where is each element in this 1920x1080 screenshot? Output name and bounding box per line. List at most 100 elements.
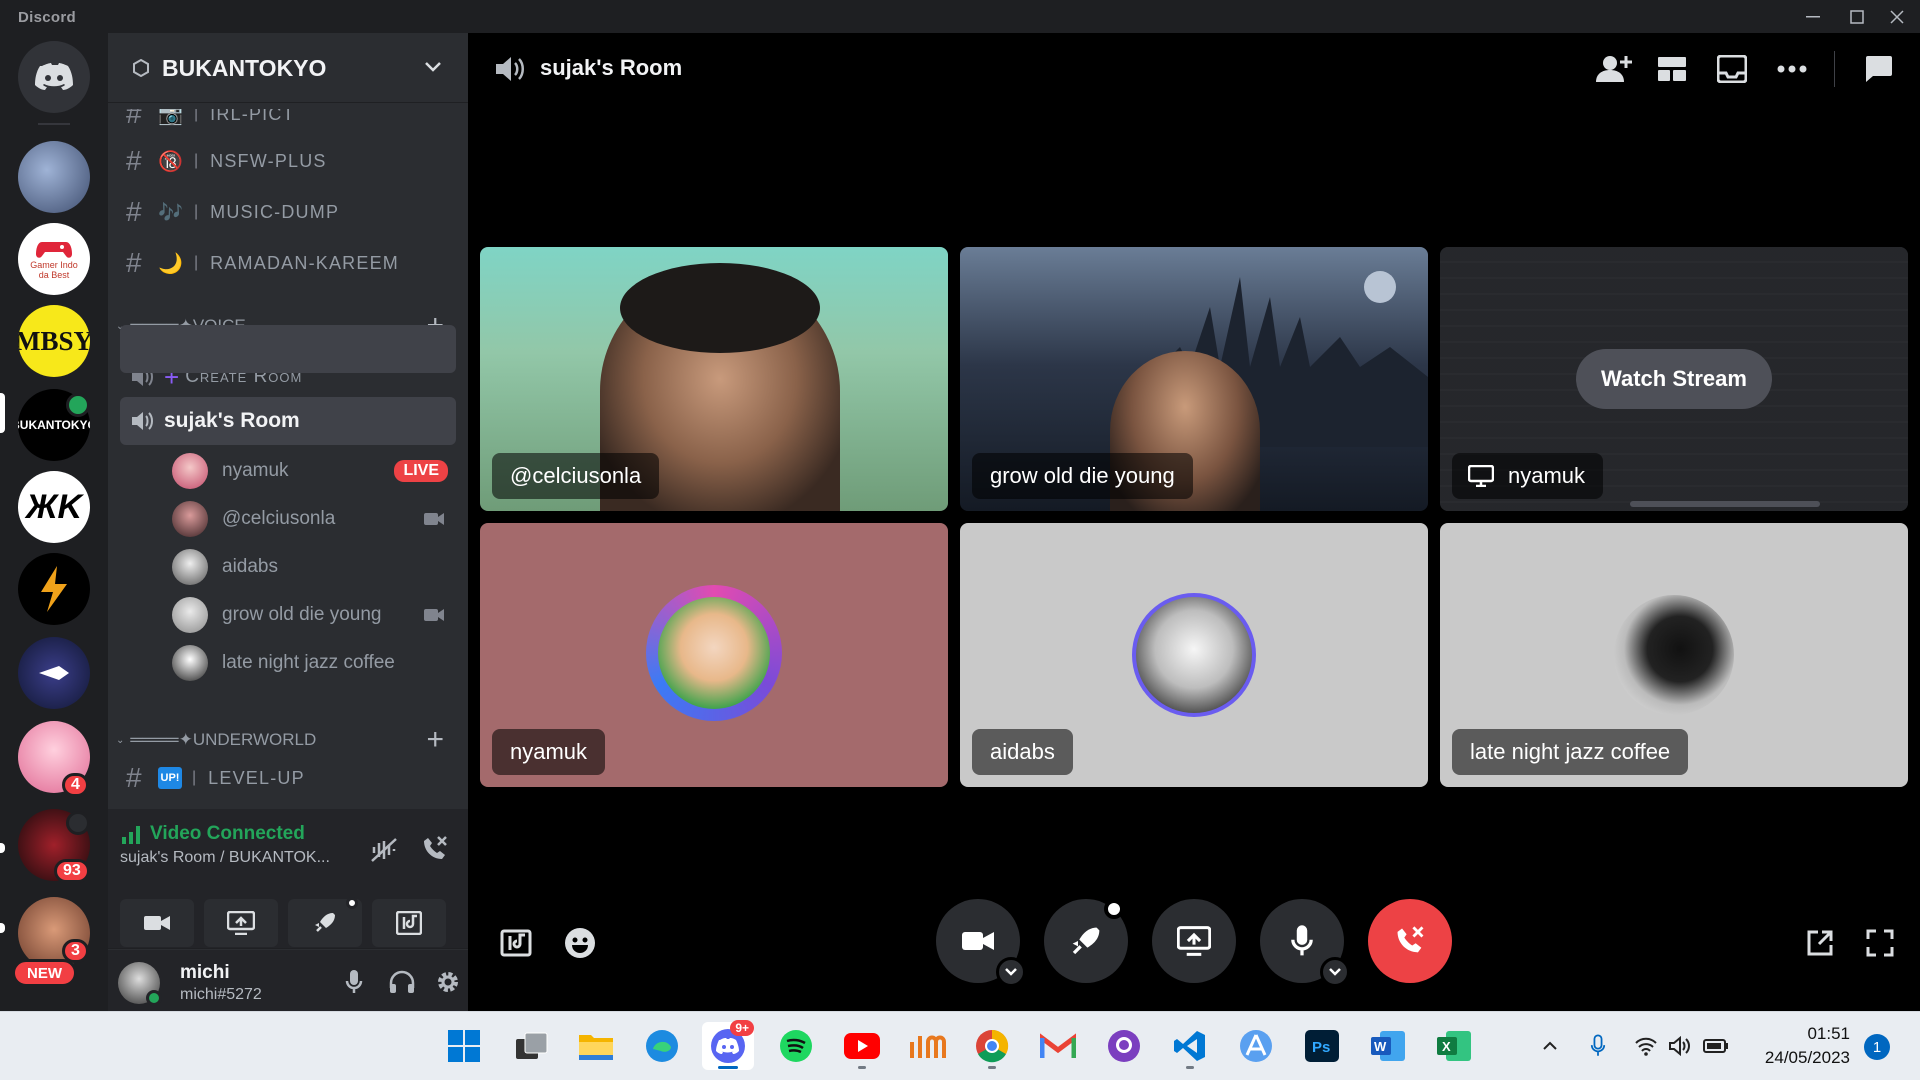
add-channel-icon[interactable]: + — [426, 723, 444, 757]
video-tile-celciusonla[interactable]: @celciusonla — [480, 247, 948, 511]
photoshop-icon[interactable]: Ps — [1296, 1022, 1348, 1070]
channel-ramadan-kareem[interactable]: # 🌙 | ramadan-kareem — [126, 241, 466, 285]
channel-level-up[interactable]: # UP! | level-up — [126, 763, 466, 793]
stream-scrollbar[interactable] — [1630, 501, 1820, 507]
file-explorer-icon[interactable] — [570, 1022, 622, 1070]
emoji-icon[interactable] — [560, 923, 600, 963]
add-friend-icon[interactable] — [1594, 49, 1634, 89]
screen-share-button[interactable] — [204, 899, 278, 947]
spotify-icon[interactable] — [770, 1022, 822, 1070]
notification-dot — [346, 897, 358, 909]
voice-tile-aidabs[interactable]: aidabs — [960, 523, 1428, 787]
live-badge: LIVE — [394, 460, 448, 482]
server-icon-bolt[interactable] — [18, 553, 90, 625]
edge-browser-icon[interactable] — [636, 1022, 688, 1070]
stream-tile-nyamuk[interactable]: Watch Stream nyamuk — [1440, 247, 1908, 511]
noise-suppression-icon[interactable] — [370, 837, 398, 863]
channel-irl-pict[interactable]: # 📷 | irl-pict — [126, 109, 466, 137]
new-badge[interactable]: NEW — [12, 959, 77, 987]
header-divider — [1834, 51, 1835, 87]
headphones-icon[interactable] — [384, 964, 420, 1000]
channel-sidebar: BUKANTOKYO # 📷 | irl-pict # 🔞 | nsfw-plu… — [108, 33, 468, 1011]
volume-icon[interactable] — [1664, 1030, 1696, 1062]
chevron-down-icon[interactable] — [424, 61, 442, 73]
app-title: Discord — [18, 9, 76, 26]
chevron-up-icon[interactable] — [1534, 1030, 1566, 1062]
discord-taskbar-icon[interactable]: 9+ — [702, 1020, 754, 1070]
camera-options-caret[interactable] — [996, 957, 1026, 987]
activity-button[interactable] — [1044, 899, 1128, 983]
category-underworld[interactable]: ⌄ ════✦UNDERWORLD + — [116, 723, 466, 757]
participant-name: nyamuk — [492, 729, 606, 775]
channel-sujaks-room[interactable]: sujak's Room — [120, 397, 456, 445]
fullscreen-icon[interactable] — [1860, 923, 1900, 963]
server-icon-gamer-indo[interactable]: Gamer Indo da Best — [18, 223, 90, 295]
more-options-icon[interactable] — [1772, 49, 1812, 89]
notification-count-badge[interactable]: 1 — [1864, 1034, 1890, 1060]
chat-icon[interactable] — [1858, 49, 1898, 89]
voice-user-nyamuk[interactable]: nyamuk LIVE — [172, 451, 462, 491]
chrome-icon[interactable] — [966, 1022, 1018, 1070]
settings-gear-icon[interactable] — [430, 964, 466, 1000]
wifi-icon[interactable] — [1630, 1030, 1662, 1062]
username[interactable]: michi — [180, 962, 230, 984]
watch-stream-button[interactable]: Watch Stream — [1576, 349, 1772, 409]
leave-call-button[interactable] — [1368, 899, 1452, 983]
server-icon-wing[interactable] — [18, 141, 90, 213]
minimize-icon[interactable] — [1790, 3, 1836, 31]
rocket-icon — [315, 913, 335, 933]
discord-home-icon[interactable] — [18, 41, 90, 113]
soundboard-button[interactable] — [372, 899, 446, 947]
voice-tile-late-night-jazz-coffee[interactable]: late night jazz coffee — [1440, 523, 1908, 787]
voice-user-late-night-jazz-coffee[interactable]: late night jazz coffee — [172, 643, 462, 683]
excel-icon[interactable]: X — [1428, 1022, 1480, 1070]
server-header[interactable]: BUKANTOKYO — [108, 33, 468, 103]
camera-toggle-button[interactable] — [936, 899, 1026, 987]
voice-user-celciusonla[interactable]: @celciusonla — [172, 499, 462, 539]
gmail-icon[interactable] — [1032, 1022, 1084, 1070]
app-store-icon[interactable] — [1230, 1022, 1282, 1070]
server-icon-space[interactable] — [18, 637, 90, 709]
voice-user-aidabs[interactable]: aidabs — [172, 547, 462, 587]
microphone-toggle-button[interactable] — [1260, 899, 1350, 987]
voice-location[interactable]: sujak's Room / BUKANTOK... — [120, 849, 330, 867]
camera-button[interactable] — [120, 899, 194, 947]
channel-music-dump[interactable]: # 🎶 | music-dump — [126, 190, 466, 234]
microphone-icon[interactable] — [336, 964, 372, 1000]
unread-pill — [0, 923, 5, 933]
windows-start-icon[interactable] — [438, 1022, 490, 1070]
signal-icon — [122, 826, 140, 844]
grid-layout-icon[interactable] — [1652, 49, 1692, 89]
youtube-icon[interactable] — [836, 1022, 888, 1070]
battery-icon[interactable] — [1700, 1030, 1732, 1062]
popout-icon[interactable] — [1800, 923, 1840, 963]
system-clock[interactable]: 01:51 24/05/2023 — [1765, 1022, 1850, 1070]
meitu-app-icon[interactable] — [902, 1022, 954, 1070]
github-icon[interactable] — [1098, 1022, 1150, 1070]
vscode-icon[interactable] — [1164, 1022, 1216, 1070]
disconnect-icon[interactable] — [420, 835, 450, 863]
voice-tile-nyamuk[interactable]: nyamuk — [480, 523, 948, 787]
server-icon-mbsy[interactable]: MBSY — [18, 305, 90, 377]
running-indicator — [858, 1066, 866, 1069]
word-icon[interactable]: W — [1362, 1022, 1414, 1070]
call-header: sujak's Room — [468, 33, 1920, 103]
video-tile-grow-old-die-young[interactable]: grow old die young — [960, 247, 1428, 511]
voice-user-grow-old-die-young[interactable]: grow old die young — [172, 595, 462, 635]
text-channel-icon: # — [126, 196, 142, 227]
text-channel-icon: # — [126, 145, 142, 176]
microphone-icon[interactable] — [1582, 1030, 1614, 1062]
inbox-icon[interactable] — [1712, 49, 1752, 89]
server-rail: Gamer Indo da Best MBSY BUKANTOKYO ЖK 4 … — [0, 33, 108, 1011]
screen-icon — [1468, 465, 1494, 487]
activity-button[interactable] — [288, 897, 362, 947]
task-view-icon[interactable] — [506, 1022, 558, 1070]
soundboard-icon[interactable] — [496, 923, 536, 963]
channel-nsfw-plus[interactable]: # 🔞 | nsfw-plus — [126, 139, 466, 183]
screen-share-toggle-button[interactable] — [1152, 899, 1236, 983]
server-icon-jk[interactable]: ЖK — [18, 471, 90, 543]
participant-name: nyamuk — [1452, 453, 1604, 499]
close-icon[interactable] — [1874, 3, 1920, 31]
microphone-options-caret[interactable] — [1320, 957, 1350, 987]
participant-name: late night jazz coffee — [1452, 729, 1689, 775]
